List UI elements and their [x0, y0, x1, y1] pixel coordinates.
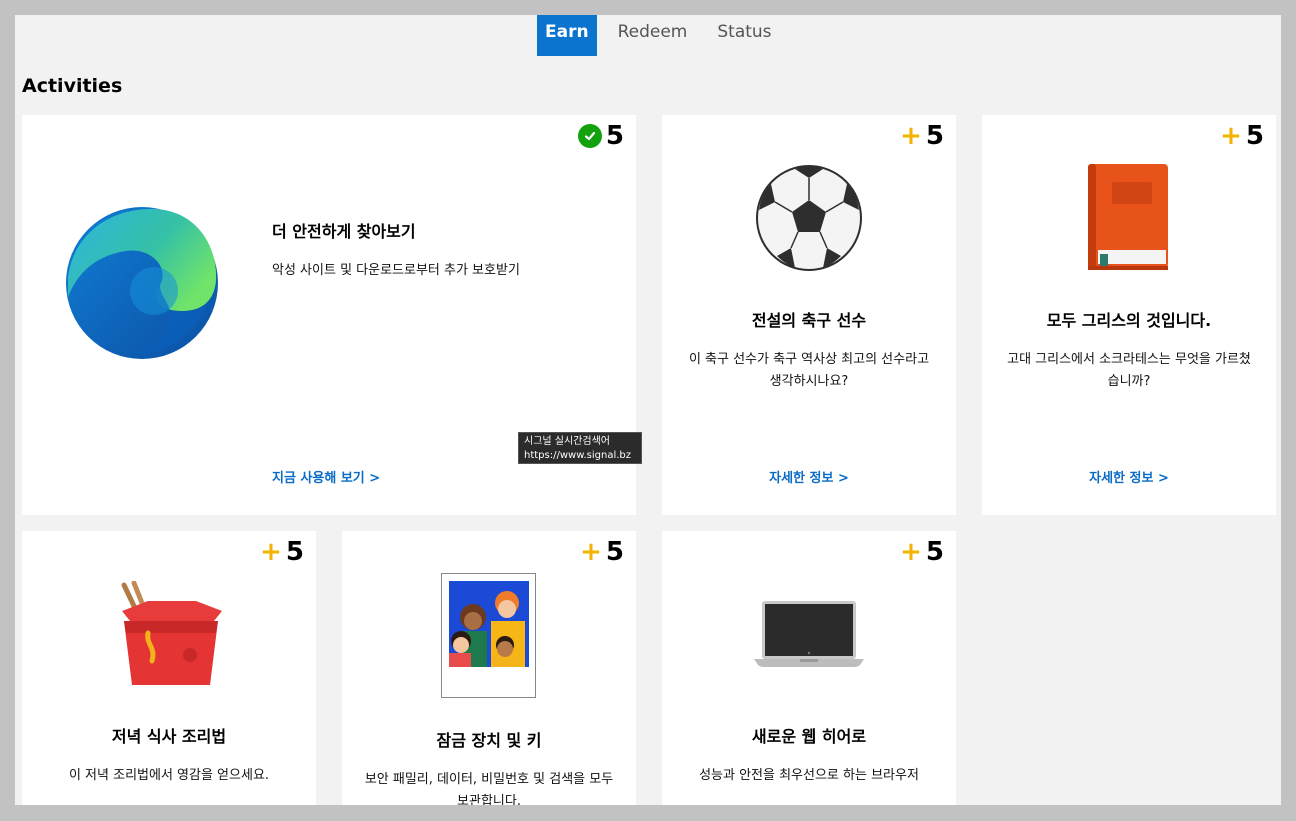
- card-description: 이 저녁 조리법에서 영감을 얻으세요.: [68, 768, 270, 783]
- card-description: 이 축구 선수가 축구 역사상 최고의 선수라고 생각하시나요?: [688, 352, 930, 389]
- takeout-box-icon: [121, 581, 222, 685]
- plus-icon: +: [260, 537, 282, 567]
- activity-card-greece[interactable]: + 5 모두 그리스의 것입니다. 고대 그리스에서 소크라테스는 무엇을 가르…: [982, 115, 1276, 515]
- card-title: 전설의 축구 선수: [751, 311, 867, 330]
- activity-card-web-hero[interactable]: + 5 새로운 웹 히어로 성능과 안전을 최우선으로 하는 브라우저: [662, 531, 956, 805]
- section-title: Activities: [22, 75, 123, 97]
- tab-bar: Earn Redeem Status: [537, 15, 793, 56]
- soccer-ball-icon: [756, 165, 862, 271]
- url-tooltip: 시그널 실시간검색어 https://www.signal.bz: [518, 432, 642, 464]
- tab-earn[interactable]: Earn: [537, 15, 597, 56]
- tooltip-url: https://www.signal.bz: [524, 450, 631, 461]
- edge-logo-icon: [66, 207, 218, 359]
- points-value: 5: [605, 121, 624, 151]
- points-value: 5: [925, 537, 944, 567]
- card-description: 악성 사이트 및 다운로드로부터 추가 보호받기: [272, 263, 520, 278]
- points-value: 5: [285, 537, 304, 567]
- points-badge: + 5: [580, 537, 624, 567]
- learn-more-link[interactable]: 자세한 정보 >: [982, 467, 1276, 486]
- points-badge: 5: [577, 121, 624, 151]
- check-icon: [577, 124, 602, 148]
- card-description: 고대 그리스에서 소크라테스는 무엇을 가르쳤습니까?: [1007, 352, 1251, 389]
- plus-icon: +: [1220, 121, 1242, 151]
- points-value: 5: [605, 537, 624, 567]
- points-value: 5: [1245, 121, 1264, 151]
- try-now-link[interactable]: 지금 사용해 보기 >: [272, 467, 380, 486]
- tooltip-title: 시그널 실시간검색어: [524, 436, 610, 447]
- tab-status[interactable]: Status: [708, 15, 780, 56]
- card-description: 보안 패밀리, 데이터, 비밀번호 및 검색을 모두 보관합니다.: [364, 772, 614, 805]
- tab-redeem[interactable]: Redeem: [609, 15, 697, 56]
- rewards-panel: Earn Redeem Status Activities 5 더 안전하게 찾…: [15, 15, 1281, 805]
- points-badge: + 5: [260, 537, 304, 567]
- family-photo-icon: [441, 573, 536, 698]
- plus-icon: +: [580, 537, 602, 567]
- plus-icon: +: [900, 121, 922, 151]
- card-title: 더 안전하게 찾아보기: [272, 222, 416, 241]
- card-title: 새로운 웹 히어로: [751, 727, 867, 746]
- points-badge: + 5: [1220, 121, 1264, 151]
- activity-card-dinner-recipe[interactable]: + 5 저녁 식사 조리법 이 저녁 조리법에서 영감을 얻으세요.: [22, 531, 316, 805]
- learn-more-link[interactable]: 자세한 정보 >: [662, 467, 956, 486]
- activity-card-locks-keys[interactable]: + 5 잠금 장치 및 키 보안 패밀리, 데이터, 비밀번호 및 검색을 모두…: [342, 531, 636, 805]
- points-badge: + 5: [900, 537, 944, 567]
- laptop-icon: [754, 601, 864, 667]
- points-value: 5: [925, 121, 944, 151]
- book-icon: [1088, 164, 1168, 270]
- card-title: 저녁 식사 조리법: [111, 727, 227, 746]
- plus-icon: +: [900, 537, 922, 567]
- card-title: 모두 그리스의 것입니다.: [1046, 311, 1212, 330]
- points-badge: + 5: [900, 121, 944, 151]
- card-title: 잠금 장치 및 키: [436, 731, 542, 750]
- card-description: 성능과 안전을 최우선으로 하는 브라우저: [699, 768, 919, 783]
- activity-card-soccer[interactable]: + 5 전설의 축구 선수 이 축구 선수가 축구 역사상 최고의 선수라고 생…: [662, 115, 956, 515]
